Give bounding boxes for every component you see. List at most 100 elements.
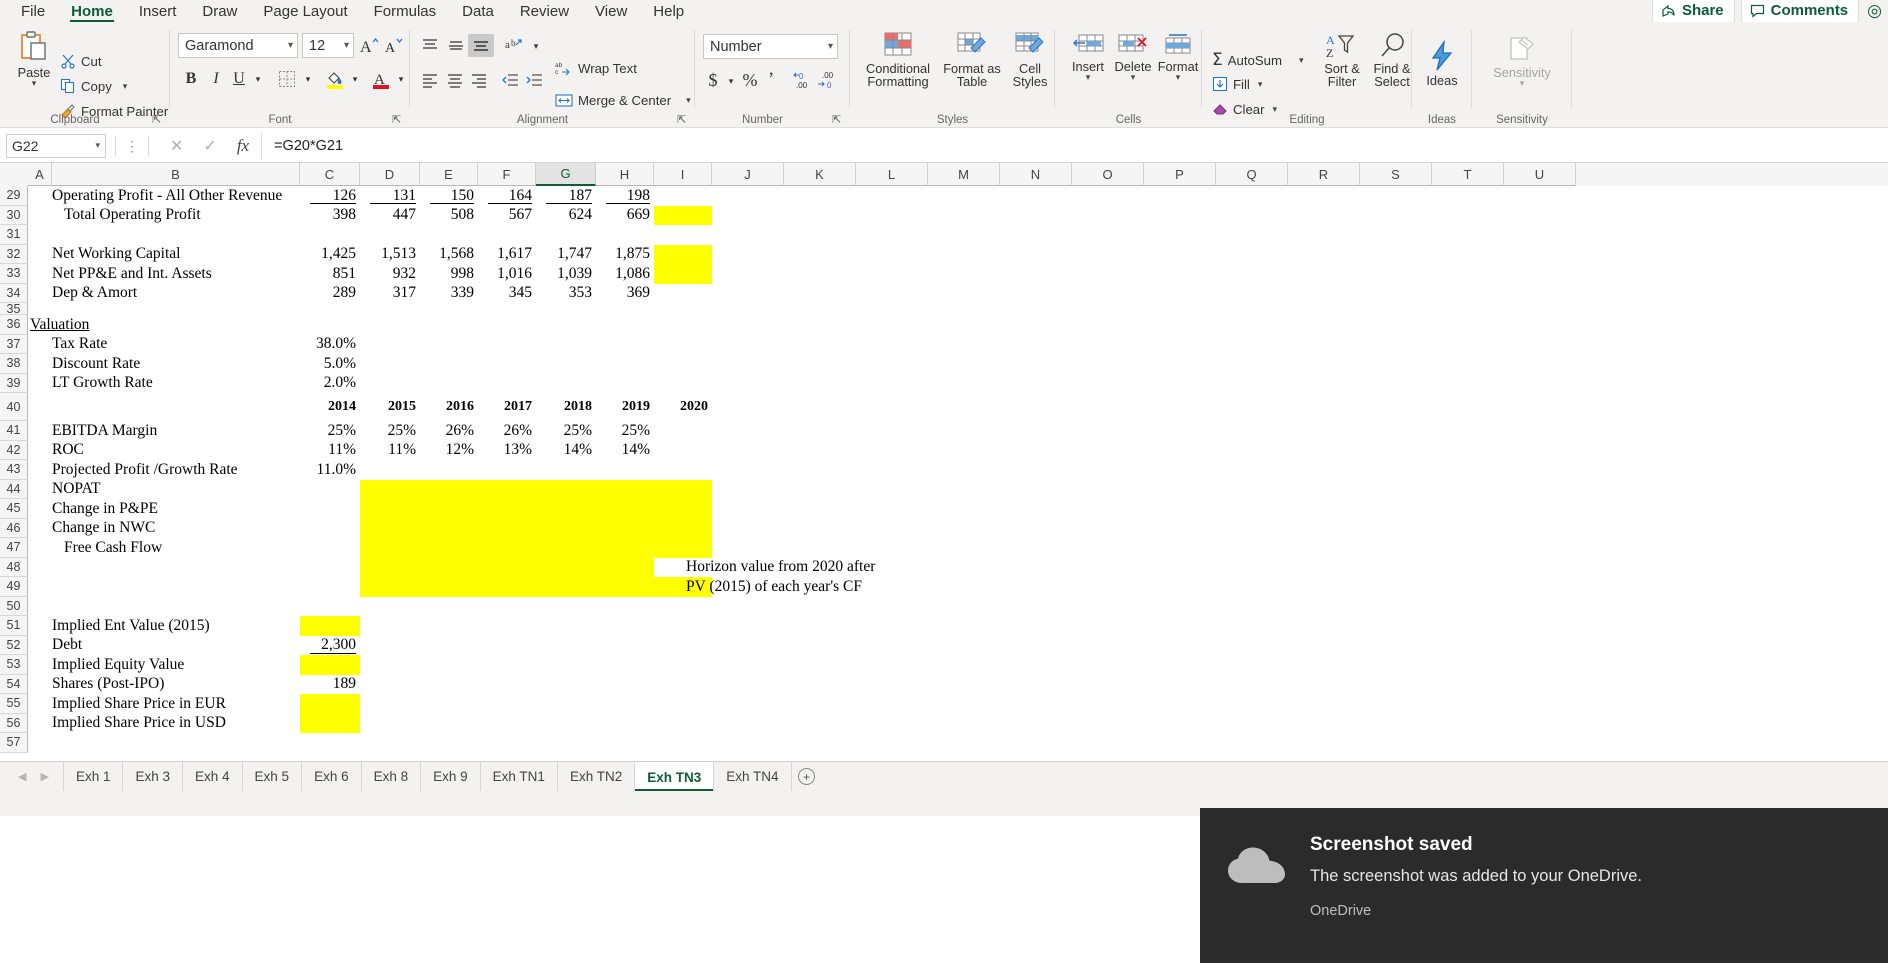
- chevron-down-icon[interactable]: ▾: [723, 72, 739, 90]
- cell-D40[interactable]: 2015: [360, 393, 420, 421]
- align-center-button[interactable]: [443, 69, 467, 91]
- row-header-35[interactable]: 35: [0, 302, 28, 316]
- cell-G33[interactable]: 1,039: [536, 264, 596, 284]
- cell-E32[interactable]: 1,568: [420, 245, 478, 265]
- increase-decimal-button[interactable]: 0.00: [790, 68, 816, 92]
- cell-C42[interactable]: 11%: [300, 441, 360, 461]
- font-dialog-launcher-icon[interactable]: ⇱: [392, 113, 401, 126]
- row-header-54[interactable]: 54: [0, 674, 28, 694]
- column-header-J[interactable]: J: [712, 163, 784, 186]
- bold-button[interactable]: B: [180, 67, 202, 91]
- cell-C54[interactable]: 189: [300, 675, 360, 695]
- column-header-G[interactable]: G: [536, 163, 596, 186]
- row-header-37[interactable]: 37: [0, 334, 28, 354]
- column-header-O[interactable]: O: [1072, 163, 1144, 186]
- increase-indent-button[interactable]: [522, 69, 546, 91]
- wrap-text-button[interactable]: ab c Wrap Text: [555, 60, 637, 77]
- cell-label-B56[interactable]: Implied Share Price in USD: [50, 714, 322, 734]
- cell-C37[interactable]: 38.0%: [300, 335, 360, 355]
- cell-C40[interactable]: 2014: [300, 393, 360, 421]
- cell-C43[interactable]: 11.0%: [300, 460, 360, 480]
- chevron-down-icon[interactable]: ▾: [1520, 79, 1525, 88]
- align-left-button[interactable]: [418, 69, 442, 91]
- ribbon-tab-file[interactable]: File: [8, 2, 58, 22]
- percent-format-button[interactable]: %: [739, 68, 761, 92]
- row-header-45[interactable]: 45: [0, 499, 28, 519]
- cell-label-B43[interactable]: Projected Profit /Growth Rate: [50, 460, 322, 480]
- column-header-L[interactable]: L: [856, 163, 928, 186]
- row-header-36[interactable]: 36: [0, 315, 28, 335]
- cell-E42[interactable]: 12%: [420, 441, 478, 461]
- fill-color-button[interactable]: [322, 66, 348, 92]
- cell-label-B38[interactable]: Discount Rate: [50, 354, 322, 374]
- cell-D32[interactable]: 1,513: [360, 245, 420, 265]
- name-box[interactable]: G22 ▾: [6, 133, 106, 158]
- cancel-formula-icon[interactable]: ✕: [170, 136, 183, 156]
- cell-label-B32[interactable]: Net Working Capital: [50, 245, 322, 265]
- chevron-down-icon[interactable]: ▾: [1086, 73, 1091, 82]
- highlighted-cell[interactable]: [654, 264, 712, 284]
- cut-button[interactable]: Cut: [60, 53, 102, 69]
- font-size-combo[interactable]: 12 ▾: [302, 33, 354, 58]
- ribbon-tab-page-layout[interactable]: Page Layout: [250, 2, 360, 22]
- borders-button[interactable]: [274, 67, 300, 91]
- column-header-K[interactable]: K: [784, 163, 856, 186]
- column-header-P[interactable]: P: [1144, 163, 1216, 186]
- cell-D34[interactable]: 317: [360, 284, 420, 304]
- row-header-32[interactable]: 32: [0, 244, 28, 264]
- fill-button[interactable]: Fill ▾: [1212, 76, 1262, 92]
- cell-label-B39[interactable]: LT Growth Rate: [50, 374, 322, 394]
- sensitivity-button[interactable]: Sensitivity ▾: [1482, 34, 1562, 88]
- cell-label-B34[interactable]: Dep & Amort: [50, 284, 322, 304]
- cell-annotation-49[interactable]: PV (2015) of each year's CF: [684, 577, 1084, 597]
- cell-G30[interactable]: 624: [536, 206, 596, 226]
- column-header-B[interactable]: B: [52, 163, 300, 186]
- cell-C39[interactable]: 2.0%: [300, 374, 360, 394]
- row-header-53[interactable]: 53: [0, 655, 28, 675]
- highlighted-cell[interactable]: [360, 538, 712, 558]
- decrease-indent-button[interactable]: [498, 69, 522, 91]
- sheet-tab-exh-tn1[interactable]: Exh TN1: [480, 761, 558, 792]
- cell-E41[interactable]: 26%: [420, 421, 478, 441]
- cell-F42[interactable]: 13%: [478, 441, 536, 461]
- cell-G41[interactable]: 25%: [536, 421, 596, 441]
- chevron-down-icon[interactable]: ▾: [32, 79, 37, 88]
- increase-font-size-button[interactable]: A: [358, 33, 382, 58]
- ribbon-display-options-icon[interactable]: ◎: [1865, 1, 1882, 21]
- cell-label-B41[interactable]: EBITDA Margin: [50, 421, 322, 441]
- highlighted-cell[interactable]: [360, 577, 712, 597]
- ribbon-tab-review[interactable]: Review: [507, 2, 582, 22]
- chevron-down-icon[interactable]: ▾: [300, 70, 316, 88]
- chevron-down-icon[interactable]: ▾: [1131, 73, 1136, 82]
- autosum-button[interactable]: Σ AutoSum ▾: [1212, 50, 1304, 70]
- align-right-button[interactable]: [467, 69, 491, 91]
- decrease-font-size-button[interactable]: A: [383, 33, 407, 58]
- row-header-48[interactable]: 48: [0, 557, 28, 577]
- row-header-40[interactable]: 40: [0, 393, 28, 421]
- cell-D33[interactable]: 932: [360, 264, 420, 284]
- cell-label-B36[interactable]: Valuation: [28, 315, 300, 335]
- cell-D41[interactable]: 25%: [360, 421, 420, 441]
- cell-F33[interactable]: 1,016: [478, 264, 536, 284]
- chevron-down-icon[interactable]: ▾: [123, 81, 128, 92]
- highlighted-cell[interactable]: [360, 499, 712, 519]
- italic-button[interactable]: I: [205, 67, 227, 91]
- cell-label-B53[interactable]: Implied Equity Value: [50, 655, 322, 675]
- formula-input[interactable]: =G20*G21: [262, 131, 1888, 161]
- highlighted-cell[interactable]: [654, 205, 712, 225]
- ribbon-tab-formulas[interactable]: Formulas: [361, 2, 450, 22]
- number-format-combo[interactable]: Number ▾: [703, 34, 838, 59]
- row-header-46[interactable]: 46: [0, 518, 28, 538]
- highlighted-cell[interactable]: [360, 479, 712, 499]
- clipboard-dialog-launcher-icon[interactable]: ⇱: [152, 113, 161, 126]
- confirm-formula-icon[interactable]: ✓: [203, 136, 216, 156]
- cell-E33[interactable]: 998: [420, 264, 478, 284]
- ideas-button[interactable]: Ideas: [1414, 40, 1470, 87]
- cell-F30[interactable]: 567: [478, 206, 536, 226]
- sheet-tab-exh-4[interactable]: Exh 4: [183, 761, 243, 792]
- cell-label-B29[interactable]: Operating Profit - All Other Revenue: [50, 186, 322, 206]
- orientation-button[interactable]: ab: [502, 34, 528, 56]
- cell-G40[interactable]: 2018: [536, 393, 596, 421]
- cell-label-B47[interactable]: Free Cash Flow: [62, 538, 334, 558]
- column-header-N[interactable]: N: [1000, 163, 1072, 186]
